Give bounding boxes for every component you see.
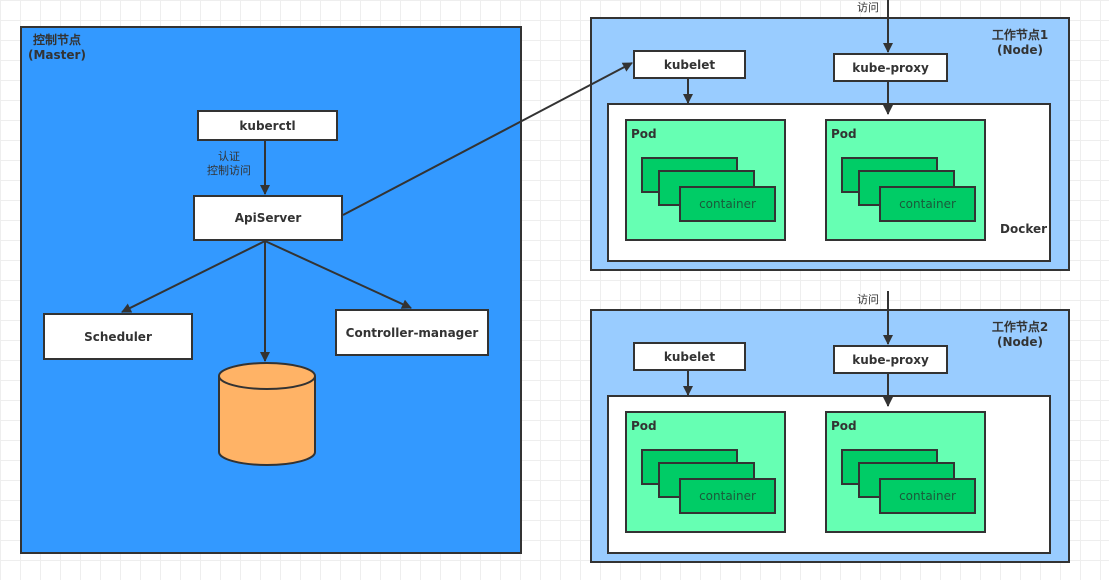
apiserver-box[interactable]: ApiServer [193,195,343,241]
auth-label-2: 控制访问 [207,164,251,177]
pod-label: Pod [831,419,857,433]
kubelet-box[interactable]: kubelet [633,342,746,371]
controller-manager-box[interactable]: Controller-manager [335,309,489,356]
kube-proxy-box[interactable]: kube-proxy [833,53,948,82]
master-subtitle: (Master) [28,48,86,62]
access-label: 访问 [857,1,879,14]
kubelet-box[interactable]: kubelet [633,50,746,79]
pod[interactable]: Pod container [625,411,786,533]
pod[interactable]: Pod container [825,119,986,241]
kube-proxy-box[interactable]: kube-proxy [833,345,948,374]
auth-label-1: 认证 [218,150,240,163]
docker-label: Docker [1000,222,1048,236]
node-title: 工作节点2 (Node) [985,320,1055,350]
etcd-label: etcd [250,420,280,434]
pod[interactable]: Pod container [825,411,986,533]
master-title: 控制节点 (Master) [28,33,86,63]
node-title-text: 工作节点1 [991,28,1049,42]
kuberctl-box[interactable]: kuberctl [197,110,338,141]
master-node [20,26,522,554]
master-title-text: 控制节点 [32,33,81,47]
access-label: 访问 [857,293,879,306]
scheduler-box[interactable]: Scheduler [43,313,193,360]
pod-label: Pod [831,127,857,141]
auth-label: 认证 控制访问 [198,150,260,178]
node-title: 工作节点1 (Node) [985,28,1055,58]
container-box[interactable]: container [679,478,776,514]
pod-label: Pod [631,127,657,141]
node-subtitle: (Node) [997,335,1043,349]
node-title-text: 工作节点2 [991,320,1049,334]
pod[interactable]: Pod container [625,119,786,241]
node-subtitle: (Node) [997,43,1043,57]
pod-label: Pod [631,419,657,433]
container-box[interactable]: container [879,478,976,514]
container-box[interactable]: container [679,186,776,222]
container-box[interactable]: container [879,186,976,222]
